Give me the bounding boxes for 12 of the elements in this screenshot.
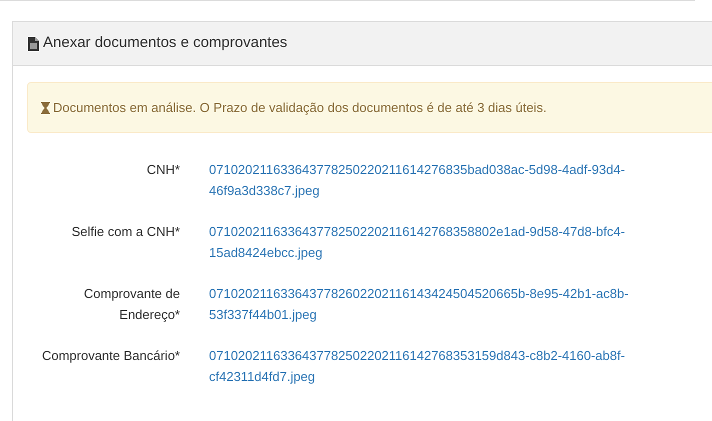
document-label: CNH* — [146, 161, 180, 179]
document-icon — [28, 36, 39, 50]
document-label: Selfie com a CNH* — [70, 223, 180, 241]
file-link[interactable]: 0710202116336437782502202116142768358802e1ad-9d58-47d8-bfc4-15ad8424ebcc.jpeg — [209, 221, 664, 263]
document-label: Comprovante de Endereço* — [82, 285, 180, 324]
hourglass-icon — [41, 102, 50, 114]
file-link[interactable]: 071020211633643778250220211614276835bad038ac-5d98-4adf-93d4-46f9a3d338c7.jpeg — [209, 159, 664, 201]
file-link[interactable]: 0710202116336437782502202116142768353159d843-c8b2-4160-ab8f-cf42311d4fd7.jpeg — [209, 345, 664, 387]
panel-title: Anexar documentos e comprovantes — [43, 33, 288, 54]
file-link[interactable]: 0710202116336437782602202116143424504520665b-8e95-42b1-ac8b-53f337f44b01.jpeg — [209, 283, 664, 325]
alert-text: Documentos em análise. O Prazo de validação dos documentos é de até 3 dias úteis. — [53, 98, 547, 117]
document-label: Comprovante Bancário* — [40, 347, 180, 365]
